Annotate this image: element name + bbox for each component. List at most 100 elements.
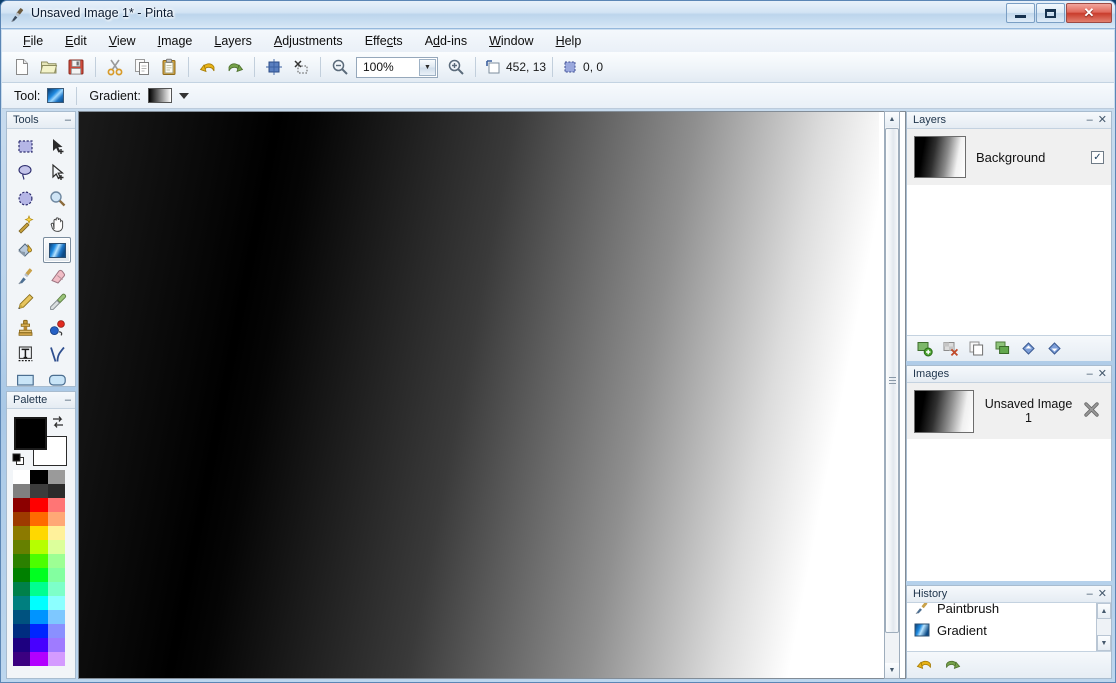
save-icon[interactable] — [63, 55, 89, 80]
tool-pencil[interactable] — [11, 289, 39, 315]
canvas-vertical-scrollbar[interactable]: ▲ ▼ — [884, 111, 900, 679]
tool-text[interactable] — [11, 341, 39, 367]
palette-swatch[interactable] — [47, 568, 65, 582]
palette-swatch[interactable] — [30, 624, 48, 638]
active-tool-icon[interactable] — [47, 88, 65, 103]
palette-swatch[interactable] — [30, 512, 48, 526]
redo-icon[interactable] — [222, 55, 248, 80]
palette-swatch[interactable] — [13, 512, 31, 526]
image-canvas[interactable] — [79, 112, 879, 678]
history-item[interactable]: Paintbrush — [907, 603, 1111, 619]
palette-swatch[interactable] — [47, 484, 65, 498]
palette-swatch[interactable] — [30, 568, 48, 582]
palette-swatch[interactable] — [47, 470, 65, 484]
undo-history-icon[interactable] — [915, 655, 934, 675]
close-image-icon[interactable] — [1083, 401, 1100, 421]
primary-color-swatch[interactable] — [14, 417, 47, 450]
tool-rectangle[interactable] — [11, 367, 39, 393]
palette-swatch[interactable] — [13, 498, 31, 512]
palette-swatch[interactable] — [47, 540, 65, 554]
tool-magic-wand[interactable] — [11, 211, 39, 237]
layers-panel-minimize[interactable]: ‒ — [1087, 114, 1093, 126]
tool-move-selected[interactable] — [43, 133, 71, 159]
tool-lasso-select[interactable] — [11, 159, 39, 185]
palette-swatch[interactable] — [30, 484, 48, 498]
tool-pan[interactable] — [43, 211, 71, 237]
layers-panel-close[interactable]: ✕ — [1098, 114, 1107, 126]
tool-color-picker[interactable] — [43, 289, 71, 315]
palette-swatch[interactable] — [30, 652, 48, 666]
add-layer-icon[interactable] — [915, 339, 934, 358]
new-icon[interactable] — [9, 55, 35, 80]
copy-icon[interactable] — [129, 55, 155, 80]
palette-swatch[interactable] — [13, 568, 31, 582]
images-panel-close[interactable]: ✕ — [1098, 368, 1107, 380]
palette-swatch[interactable] — [13, 484, 31, 498]
swap-colors-icon[interactable] — [51, 415, 65, 429]
palette-swatch[interactable] — [13, 610, 31, 624]
palette-swatch[interactable] — [13, 554, 31, 568]
tool-paint-bucket[interactable] — [11, 237, 39, 263]
tool-ellipse-select[interactable] — [11, 185, 39, 211]
palette-swatch[interactable] — [47, 498, 65, 512]
layer-row[interactable]: Background ✓ — [907, 129, 1111, 185]
palette-swatch[interactable] — [13, 582, 31, 596]
palette-swatch[interactable] — [13, 624, 31, 638]
delete-layer-icon[interactable] — [941, 339, 960, 358]
palette-swatch[interactable] — [13, 470, 31, 484]
palette-swatch[interactable] — [30, 470, 48, 484]
move-layer-down-icon[interactable] — [1045, 339, 1064, 358]
menu-layers[interactable]: Layers — [203, 31, 263, 51]
palette-swatch[interactable] — [30, 596, 48, 610]
redo-history-icon[interactable] — [943, 655, 962, 675]
palette-swatch[interactable] — [13, 540, 31, 554]
menu-adjustments[interactable]: Adjustments — [263, 31, 354, 51]
palette-swatch[interactable] — [13, 652, 31, 666]
tool-paintbrush[interactable] — [11, 263, 39, 289]
canvas-viewport[interactable] — [78, 111, 906, 679]
history-scroll-up-icon[interactable]: ▲ — [1097, 603, 1111, 619]
palette-swatch[interactable] — [13, 526, 31, 540]
palette-swatch[interactable] — [47, 512, 65, 526]
palette-swatch[interactable] — [30, 582, 48, 596]
palette-swatch[interactable] — [47, 596, 65, 610]
menu-view[interactable]: View — [98, 31, 147, 51]
duplicate-layer-icon[interactable] — [967, 339, 986, 358]
deselect-icon[interactable] — [288, 55, 314, 80]
palette-panel-minimize[interactable]: ‒ — [65, 394, 71, 406]
palette-swatch[interactable] — [47, 610, 65, 624]
palette-swatch[interactable] — [30, 610, 48, 624]
history-item[interactable]: Gradient — [907, 619, 1111, 641]
palette-swatch[interactable] — [30, 554, 48, 568]
menu-effects[interactable]: Effects — [354, 31, 414, 51]
palette-swatch[interactable] — [13, 638, 31, 652]
palette-swatch[interactable] — [47, 652, 65, 666]
chevron-down-icon[interactable]: ▼ — [419, 58, 436, 76]
menu-file[interactable]: File — [12, 31, 54, 51]
open-icon[interactable] — [36, 55, 62, 80]
palette-swatch[interactable] — [30, 540, 48, 554]
menu-help[interactable]: Help — [545, 31, 593, 51]
history-list[interactable]: Paintbrush Gradient ▲ ▼ — [907, 603, 1111, 651]
tool-rectangle-select[interactable] — [11, 133, 39, 159]
maximize-button[interactable] — [1036, 3, 1065, 23]
move-layer-up-icon[interactable] — [1019, 339, 1038, 358]
menu-window[interactable]: Window — [478, 31, 544, 51]
images-list[interactable]: Unsaved Image 1 — [907, 383, 1111, 581]
tool-recolor[interactable] — [43, 315, 71, 341]
tool-rounded-rectangle[interactable] — [43, 367, 71, 393]
undo-icon[interactable] — [195, 55, 221, 80]
palette-swatch[interactable] — [47, 526, 65, 540]
image-row[interactable]: Unsaved Image 1 — [907, 383, 1111, 439]
menu-image[interactable]: Image — [147, 31, 204, 51]
history-scroll-down-icon[interactable]: ▼ — [1097, 635, 1111, 651]
layer-visibility-checkbox[interactable]: ✓ — [1091, 150, 1104, 164]
history-panel-close[interactable]: ✕ — [1098, 588, 1107, 600]
zoom-in-icon[interactable] — [443, 55, 469, 80]
menu-edit[interactable]: Edit — [54, 31, 98, 51]
cut-icon[interactable] — [102, 55, 128, 80]
gradient-preview-swatch[interactable] — [147, 88, 172, 103]
palette-swatch[interactable] — [30, 526, 48, 540]
merge-layer-down-icon[interactable] — [993, 339, 1012, 358]
tool-line-curve[interactable] — [43, 341, 71, 367]
